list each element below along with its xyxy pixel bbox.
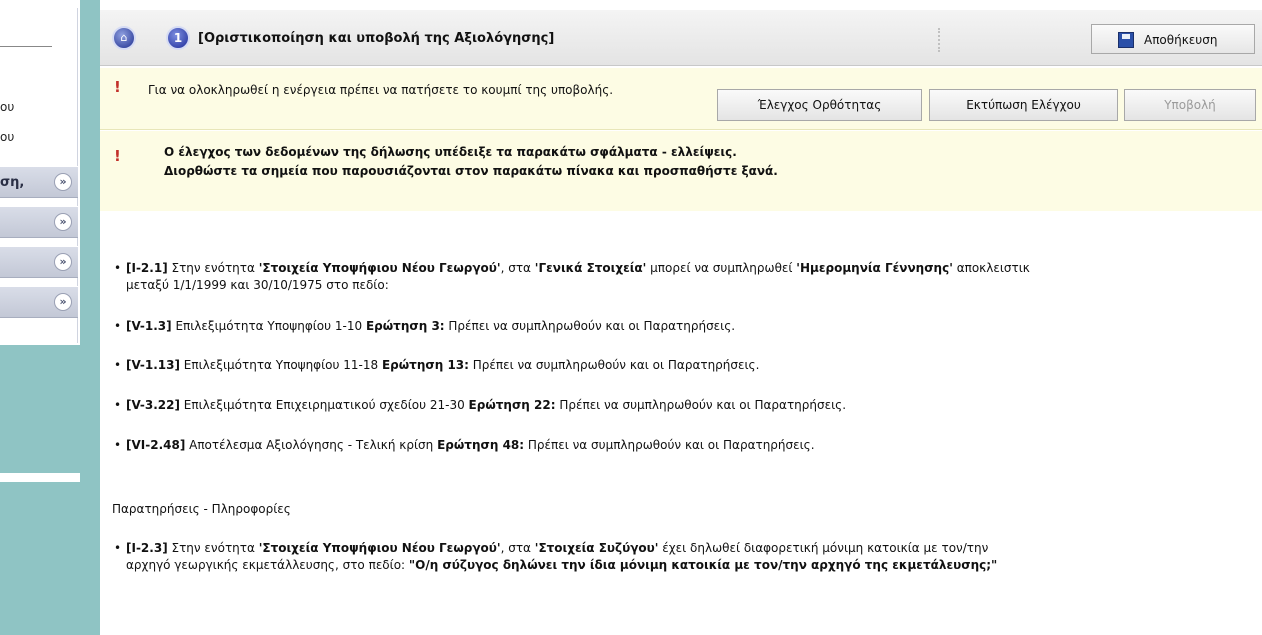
sidebar-filler [0, 482, 80, 635]
error-summary: ! Ο έλεγχος των δεδομένων της δήλωσης υπ… [100, 131, 1262, 211]
remarks-heading: Παρατηρήσεις - Πληροφορίες [112, 502, 291, 516]
list-item: • [V-1.13] Επιλεξιμότητα Υποψηφίου 11-18 … [114, 358, 760, 372]
toolbar-separator [938, 28, 941, 52]
sidebar-text-fragment: ου [0, 130, 15, 144]
sidebar-section-2[interactable]: » [0, 206, 78, 238]
error-summary-line: Ο έλεγχος των δεδομένων της δήλωσης υπέδ… [164, 145, 737, 159]
error-code: [I-2.1] [126, 261, 168, 275]
submit-button[interactable]: Υποβολή [1124, 89, 1256, 121]
error-code: [V-1.13] [126, 358, 180, 372]
check-validity-button[interactable]: Έλεγχος Ορθότητας [717, 89, 922, 121]
save-button[interactable]: Αποθήκευση [1091, 24, 1255, 54]
step-number-badge: 1 [166, 26, 190, 50]
chevron-down-icon[interactable]: » [54, 173, 72, 191]
sidebar-section-4[interactable]: » [0, 286, 78, 318]
sidebar-section-1[interactable]: ση, » [0, 166, 78, 198]
list-item: • [V-1.3] Επιλεξιμότητα Υποψηφίου 1-10 Ερ… [114, 319, 736, 333]
list-item: • [I-2.3] Στην ενότητα 'Στοιχεία Υποψήφιο… [114, 541, 998, 572]
error-code: [VI-2.48] [126, 438, 186, 452]
floppy-disk-icon [1118, 32, 1134, 48]
home-icon[interactable]: ⌂ [112, 26, 136, 50]
action-bar: ! Για να ολοκληρωθεί η ενέργεια πρέπει ν… [100, 68, 1262, 130]
error-summary-line: Διορθώστε τα σημεία που παρουσιάζονται σ… [164, 164, 778, 178]
sidebar-text-fragment: ου [0, 100, 15, 114]
sidebar: ου ου ση, » » » » [0, 0, 100, 635]
error-list: • [I-2.1] Στην ενότητα 'Στοιχεία Υποψήφιο… [100, 212, 1262, 477]
save-button-label: Αποθήκευση [1144, 33, 1218, 47]
chevron-down-icon[interactable]: » [54, 213, 72, 231]
sidebar-divider-strip [80, 0, 100, 635]
sidebar-filler [0, 345, 80, 473]
list-item: • [I-2.1] Στην ενότητα 'Στοιχεία Υποψήφιο… [114, 261, 1030, 292]
chevron-down-icon[interactable]: » [54, 293, 72, 311]
sidebar-section-3[interactable]: » [0, 246, 78, 278]
chevron-down-icon[interactable]: » [54, 253, 72, 271]
warning-icon: ! [114, 78, 121, 96]
list-item: • [VI-2.48] Αποτέλεσμα Αξιολόγησης - Τελι… [114, 438, 815, 452]
error-code: [V-3.22] [126, 398, 180, 412]
divider [0, 46, 52, 47]
error-code: [V-1.3] [126, 319, 172, 333]
list-item: • [V-3.22] Επιλεξιμότητα Επιχειρηματικού … [114, 398, 847, 412]
remark-code: [I-2.3] [126, 541, 168, 555]
warning-icon: ! [114, 147, 121, 165]
sidebar-section-label: ση, [0, 175, 25, 190]
error-summary-text: Ο έλεγχος των δεδομένων της δήλωσης υπέδ… [164, 143, 778, 181]
submit-instruction: Για να ολοκληρωθεί η ενέργεια πρέπει να … [148, 83, 614, 97]
sidebar-panel: ου ου ση, » » » » [0, 8, 78, 343]
print-check-button[interactable]: Εκτύπωση Ελέγχου [929, 89, 1118, 121]
remarks-section: Παρατηρήσεις - Πληροφορίες • [I-2.3] Στην… [100, 482, 1262, 635]
page-title: [Οριστικοποίηση και υποβολή της Αξιολόγη… [198, 31, 555, 46]
toolbar: ⌂ 1 [Οριστικοποίηση και υποβολή της Αξιο… [100, 10, 1262, 66]
